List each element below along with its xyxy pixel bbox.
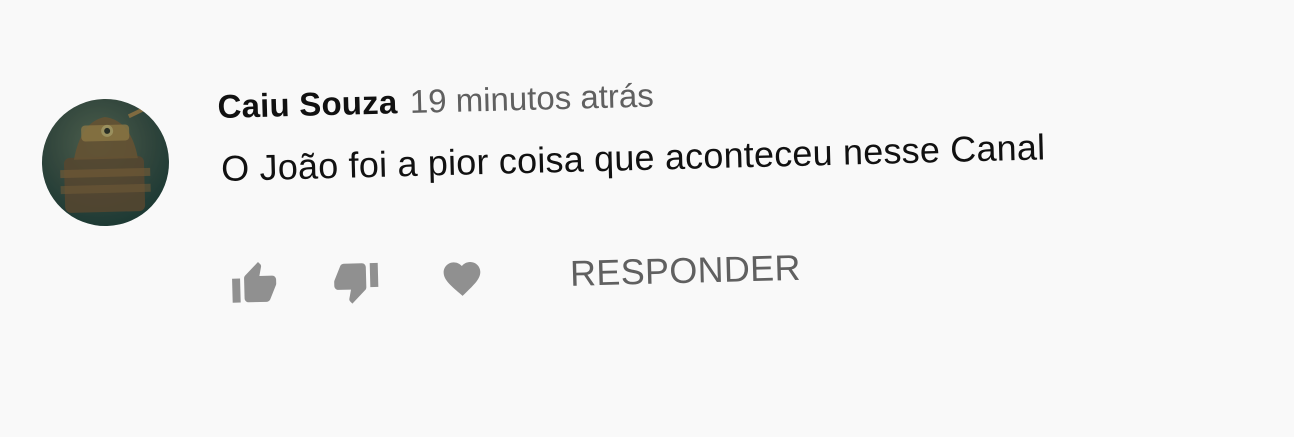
- reply-button[interactable]: RESPONDER: [570, 247, 802, 295]
- heart-icon: [443, 261, 481, 296]
- like-button[interactable]: [228, 258, 281, 309]
- thumbs-up-icon: [232, 262, 277, 303]
- dislike-button[interactable]: [330, 256, 383, 307]
- avatar-image: [40, 97, 171, 228]
- comment-actions: RESPONDER: [228, 243, 869, 310]
- comment-timestamp[interactable]: 19 minutos atrás: [409, 77, 654, 120]
- thumbs-down-icon: [334, 262, 379, 304]
- heart-button[interactable]: [435, 253, 488, 304]
- comment-header: Caiu Souza 19 minutos atrás: [217, 77, 654, 126]
- comment-thread: Caiu Souza 19 minutos atrás O João foi a…: [0, 0, 1294, 437]
- author-name[interactable]: Caiu Souza: [217, 83, 398, 125]
- avatar[interactable]: [40, 97, 171, 228]
- comment-text: O João foi a pior coisa que aconteceu ne…: [220, 126, 1046, 189]
